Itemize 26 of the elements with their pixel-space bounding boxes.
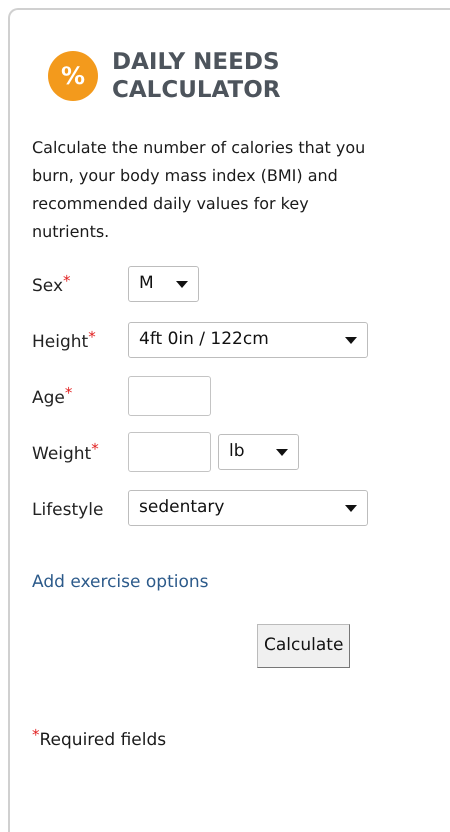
field-label: Sex [32,275,64,298]
field-label: Height [32,331,88,354]
caret-icon [345,336,357,344]
add-exercise-link[interactable]: Add exercise options [32,570,208,596]
percent-badge-icon: % [48,51,98,101]
caret-icon [345,504,357,512]
field-label: Weight [32,443,92,466]
calculate-button[interactable]: Calculate [257,624,350,668]
required-asterisk: * [91,442,99,458]
dropdown[interactable]: sedentary [128,490,368,526]
required-asterisk: * [32,728,40,742]
field-label: Lifestyle [32,499,104,522]
required-asterisk: * [64,386,72,402]
input-field[interactable] [128,376,211,416]
caret-icon [176,280,188,288]
calculator-title: DAILY NEEDS CALCULATOR [112,48,282,104]
required-asterisk: * [88,330,96,346]
field-label: Age [32,387,65,410]
dropdown[interactable]: lb [218,434,299,470]
required-asterisk: * [63,274,71,290]
dropdown[interactable]: M [128,266,199,302]
caret-icon [276,448,288,456]
required-fields-note: Required fields [40,728,166,752]
intro-text: Calculate the number of calories that you burn, your body mass index (BMI) and recommended daily values for key nutrients. [32,137,366,243]
input-field[interactable] [128,432,211,472]
dropdown[interactable]: 4ft 0in / 122cm [128,322,368,358]
